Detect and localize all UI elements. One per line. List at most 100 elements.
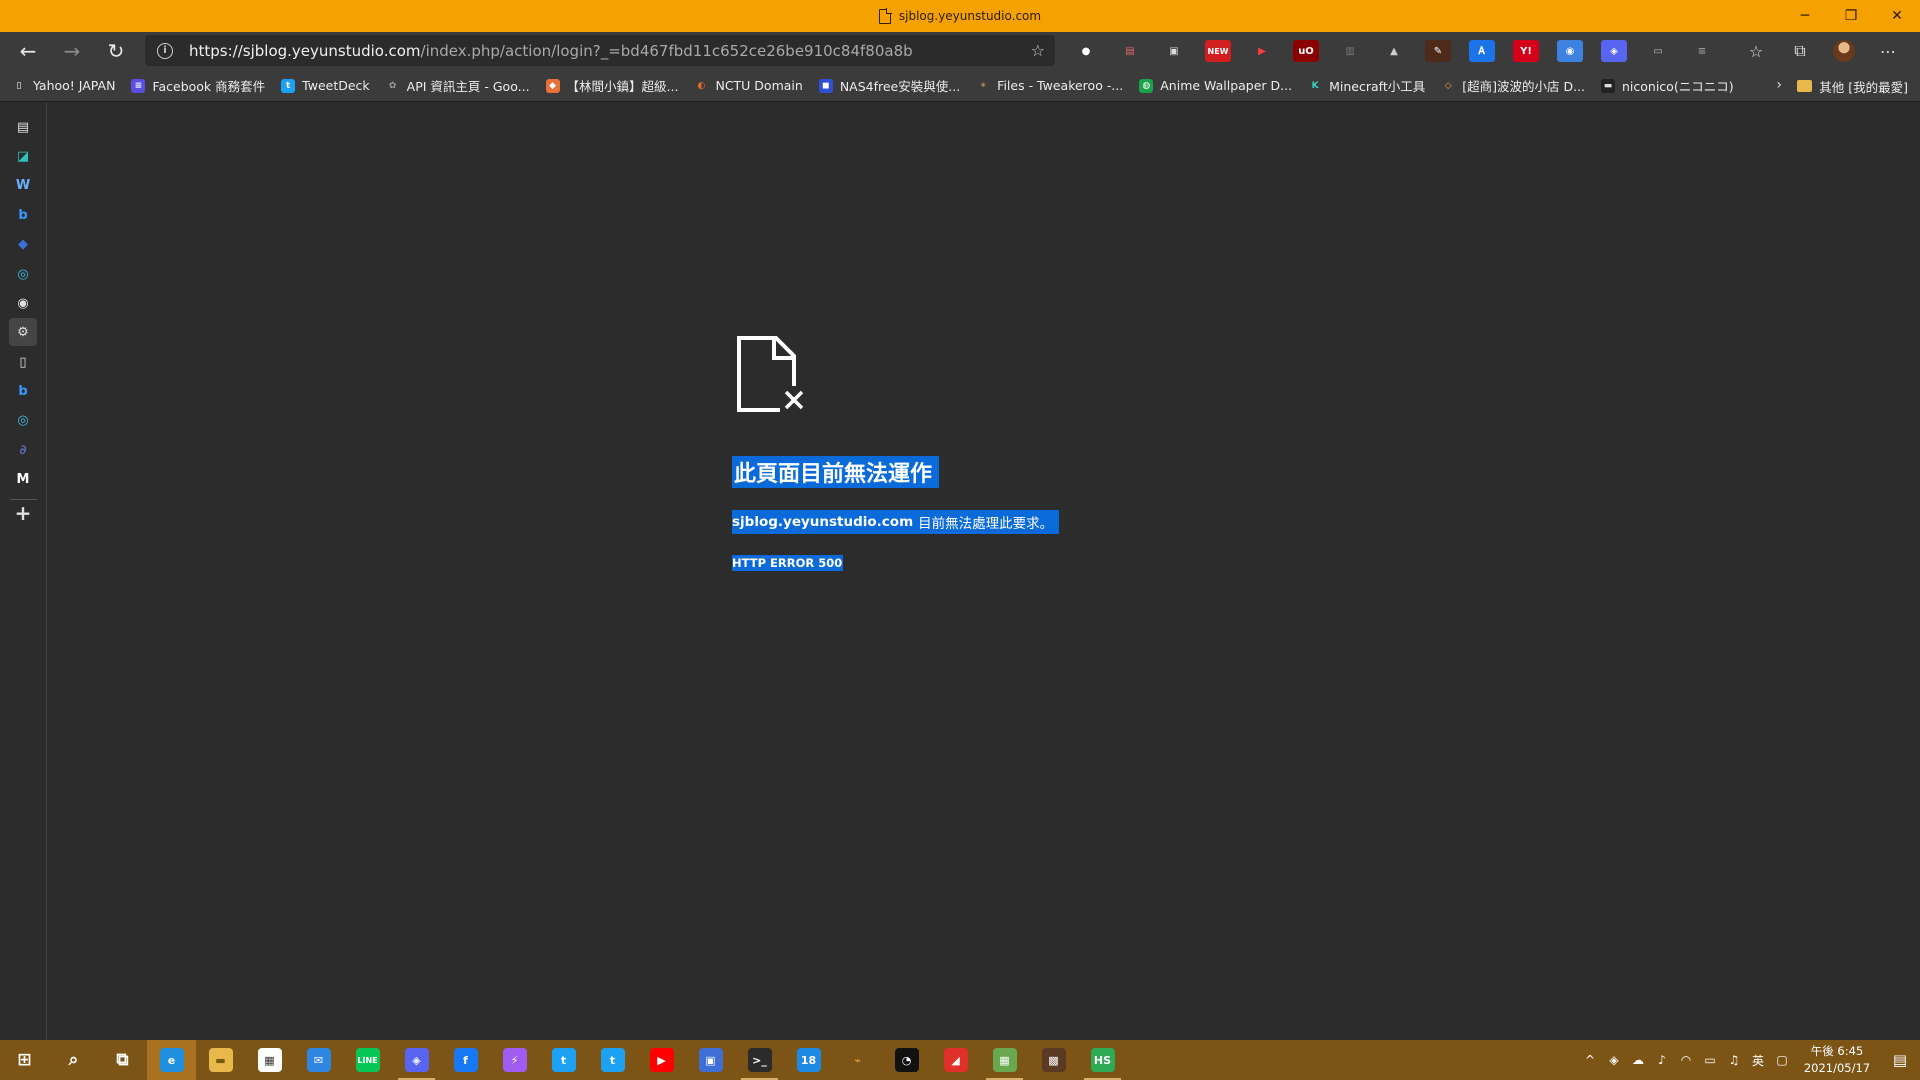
close-button[interactable]: ✕ (1874, 0, 1920, 32)
reader-mode-icon[interactable]: ▥ (1337, 40, 1363, 62)
sidebar-notes-icon[interactable]: ◆ (9, 230, 37, 258)
restore-button[interactable]: ❐ (1828, 0, 1874, 32)
bookmark-item[interactable]: ▬ niconico(ニコニコ) (1601, 76, 1734, 95)
taskbar-search-icon[interactable]: ⌕ (49, 1040, 98, 1080)
taskbar-discord-icon[interactable]: ◈ (392, 1040, 441, 1080)
window-controls: ─ ❐ ✕ (1782, 0, 1920, 32)
forward-button[interactable]: → (52, 32, 92, 70)
taskbar-remote-desktop-icon[interactable]: ▣ (686, 1040, 735, 1080)
collections-icon[interactable]: ⧉ (1778, 37, 1822, 65)
bookmarks-overflow-icon[interactable]: › (1776, 77, 1782, 93)
sidebar-github-icon[interactable]: ◉ (9, 289, 37, 317)
taskbar-minecraft-icon[interactable]: ▦ (980, 1040, 1029, 1080)
taskbar-task-view-glyph: ⧉ (116, 1050, 129, 1070)
printer-icon[interactable]: ▤ (1117, 40, 1143, 62)
sidebar-page-settings-icon[interactable]: ⚙ (9, 318, 37, 346)
bookmark-item[interactable]: ◇ [超商]波波的小店 D... (1441, 76, 1585, 95)
taskbar-terminal-icon[interactable]: >_ (735, 1040, 784, 1080)
sidebar-outlook-2-icon[interactable]: ◎ (9, 406, 37, 434)
other-favorites-folder[interactable]: 其他 [我的最愛] (1797, 70, 1908, 102)
sidebar-bing-icon[interactable]: b (9, 201, 37, 229)
sidebar-m-app-icon[interactable]: M (9, 465, 37, 493)
video-downloader-icon[interactable]: ▶ (1249, 40, 1275, 62)
profile-avatar[interactable] (1833, 40, 1855, 62)
taskbar-line-icon[interactable]: LINE (343, 1040, 392, 1080)
taskbar-start-glyph: ⊞ (17, 1050, 32, 1070)
bookmark-label: niconico(ニコニコ) (1622, 79, 1734, 94)
taskbar-facebook-icon[interactable]: f (441, 1040, 490, 1080)
tampermonkey-icon[interactable]: ● (1073, 40, 1099, 62)
tray-microphone-icon[interactable]: ♪ (1650, 1040, 1674, 1080)
yahoo-icon[interactable]: Y! (1513, 40, 1539, 62)
sidebar-add-icon[interactable]: + (9, 499, 37, 527)
taskbar-speedometer-icon[interactable]: ◔ (882, 1040, 931, 1080)
sidebar-link-icon[interactable]: ∂ (9, 436, 37, 464)
address-url[interactable]: https://sjblog.yeyunstudio.com/index.php… (189, 42, 913, 60)
tray-network-icon[interactable]: ◠ (1674, 1040, 1698, 1080)
add-favorite-icon[interactable]: ☆ (1031, 41, 1045, 60)
minimize-button[interactable]: ─ (1782, 0, 1828, 32)
taskbar-notes-badge-glyph: 18 (796, 1048, 821, 1072)
new-badge-extension-icon[interactable]: NEW (1205, 40, 1231, 62)
folder-icon (1797, 80, 1813, 92)
sidebar-bing-2-icon[interactable]: b (9, 377, 37, 405)
tray-volume-icon[interactable]: ♫ (1722, 1040, 1746, 1080)
sidebar-wordpress-icon[interactable]: W (9, 171, 37, 199)
taskbar-controller-icon[interactable]: ⌁ (833, 1040, 882, 1080)
ublock-origin-icon[interactable]: uO (1293, 40, 1319, 62)
clock[interactable]: 午後 6:45 2021/05/17 (1794, 1040, 1880, 1080)
tray-ime-mode-icon[interactable]: ▢ (1770, 1040, 1794, 1080)
more-menu-icon[interactable]: ⋯ (1866, 37, 1910, 65)
bookmark-item[interactable]: ▯ Yahoo! JAPAN (12, 78, 116, 93)
taskbar-messenger-icon[interactable]: ⚡ (490, 1040, 539, 1080)
translate-icon[interactable]: Ꭺ (1469, 40, 1495, 62)
address-bar[interactable]: i https://sjblog.yeyunstudio.com/index.p… (145, 35, 1055, 66)
taskbar-task-view-icon[interactable]: ⧉ (98, 1040, 147, 1080)
taskbar-twitter-icon[interactable]: t (539, 1040, 588, 1080)
bookmark-item[interactable]: ✶ Files - Tweakeroo -... (976, 78, 1123, 93)
tray-discord-icon[interactable]: ◈ (1602, 1040, 1626, 1080)
sidebar-page-icon[interactable]: ▯ (9, 348, 37, 376)
taskbar-block-app-icon[interactable]: ▩ (1029, 1040, 1078, 1080)
taskbar-file-explorer-icon[interactable]: ▬ (196, 1040, 245, 1080)
tray-overflow-icon[interactable]: ^ (1578, 1040, 1602, 1080)
chat-extension-icon[interactable]: ◉ (1557, 40, 1583, 62)
sidebar-collections-icon[interactable]: ▤ (9, 113, 37, 141)
window-title-bar[interactable]: sjblog.yeyunstudio.com ─ ❐ ✕ (0, 0, 1920, 32)
bookmark-item[interactable]: ≡ Facebook 商務套件 (131, 76, 265, 95)
taskbar-mail-icon[interactable]: ✉ (294, 1040, 343, 1080)
bookmark-item[interactable]: ✿ API 資訊主頁 - Goo... (386, 76, 530, 95)
bookmark-item[interactable]: ◆ 【林間小鎮】超級... (545, 76, 678, 95)
bookmark-item[interactable]: K Minecraft小工具 (1308, 76, 1426, 95)
bookmark-label: Anime Wallpaper D... (1160, 78, 1293, 93)
filter-icon[interactable]: ≡ (1689, 40, 1715, 62)
bookmark-item[interactable]: ◐ NCTU Domain (694, 78, 803, 93)
comment-icon[interactable]: ▭ (1645, 40, 1671, 62)
bookmark-item[interactable]: ◍ Anime Wallpaper D... (1139, 78, 1292, 93)
color-picker-icon[interactable]: ✎ (1425, 40, 1451, 62)
tray-ime-label[interactable]: 英 (1746, 1040, 1770, 1080)
taskbar-edge-icon[interactable]: e (147, 1040, 196, 1080)
taskbar-hs-app-icon[interactable]: HS (1078, 1040, 1127, 1080)
refresh-button[interactable]: ↻ (96, 32, 136, 70)
favorites-icon[interactable]: ☆ (1734, 37, 1778, 65)
bookmark-item[interactable]: ◼ NAS4free安裝與使... (818, 76, 960, 95)
tray-onedrive-icon[interactable]: ☁ (1626, 1040, 1650, 1080)
notifications-icon[interactable]: ▤ (1880, 1040, 1920, 1080)
tray-battery-icon[interactable]: ▭ (1698, 1040, 1722, 1080)
bookmark-item[interactable]: t TweetDeck (281, 78, 370, 93)
taskbar-tweetdeck-icon[interactable]: t (588, 1040, 637, 1080)
taskbar-store-icon[interactable]: ▦ (245, 1040, 294, 1080)
discord-extension-icon[interactable]: ◈ (1601, 40, 1627, 62)
taskbar-notes-badge-icon[interactable]: 18 (784, 1040, 833, 1080)
taskbar-ribbon-app-icon[interactable]: ◢ (931, 1040, 980, 1080)
clock-date: 2021/05/17 (1803, 1061, 1871, 1075)
sidebar-outlook-icon[interactable]: ◎ (9, 260, 37, 288)
sidebar-translate-icon[interactable]: ◪ (9, 142, 37, 170)
site-info-icon[interactable]: i (157, 42, 173, 59)
taskbar-youtube-icon[interactable]: ▶ (637, 1040, 686, 1080)
hat-extension-icon[interactable]: ▲ (1381, 40, 1407, 62)
back-button[interactable]: ← (8, 32, 48, 70)
bookmark-manager-icon[interactable]: ▣ (1161, 40, 1187, 62)
taskbar-start-icon[interactable]: ⊞ (0, 1040, 49, 1080)
